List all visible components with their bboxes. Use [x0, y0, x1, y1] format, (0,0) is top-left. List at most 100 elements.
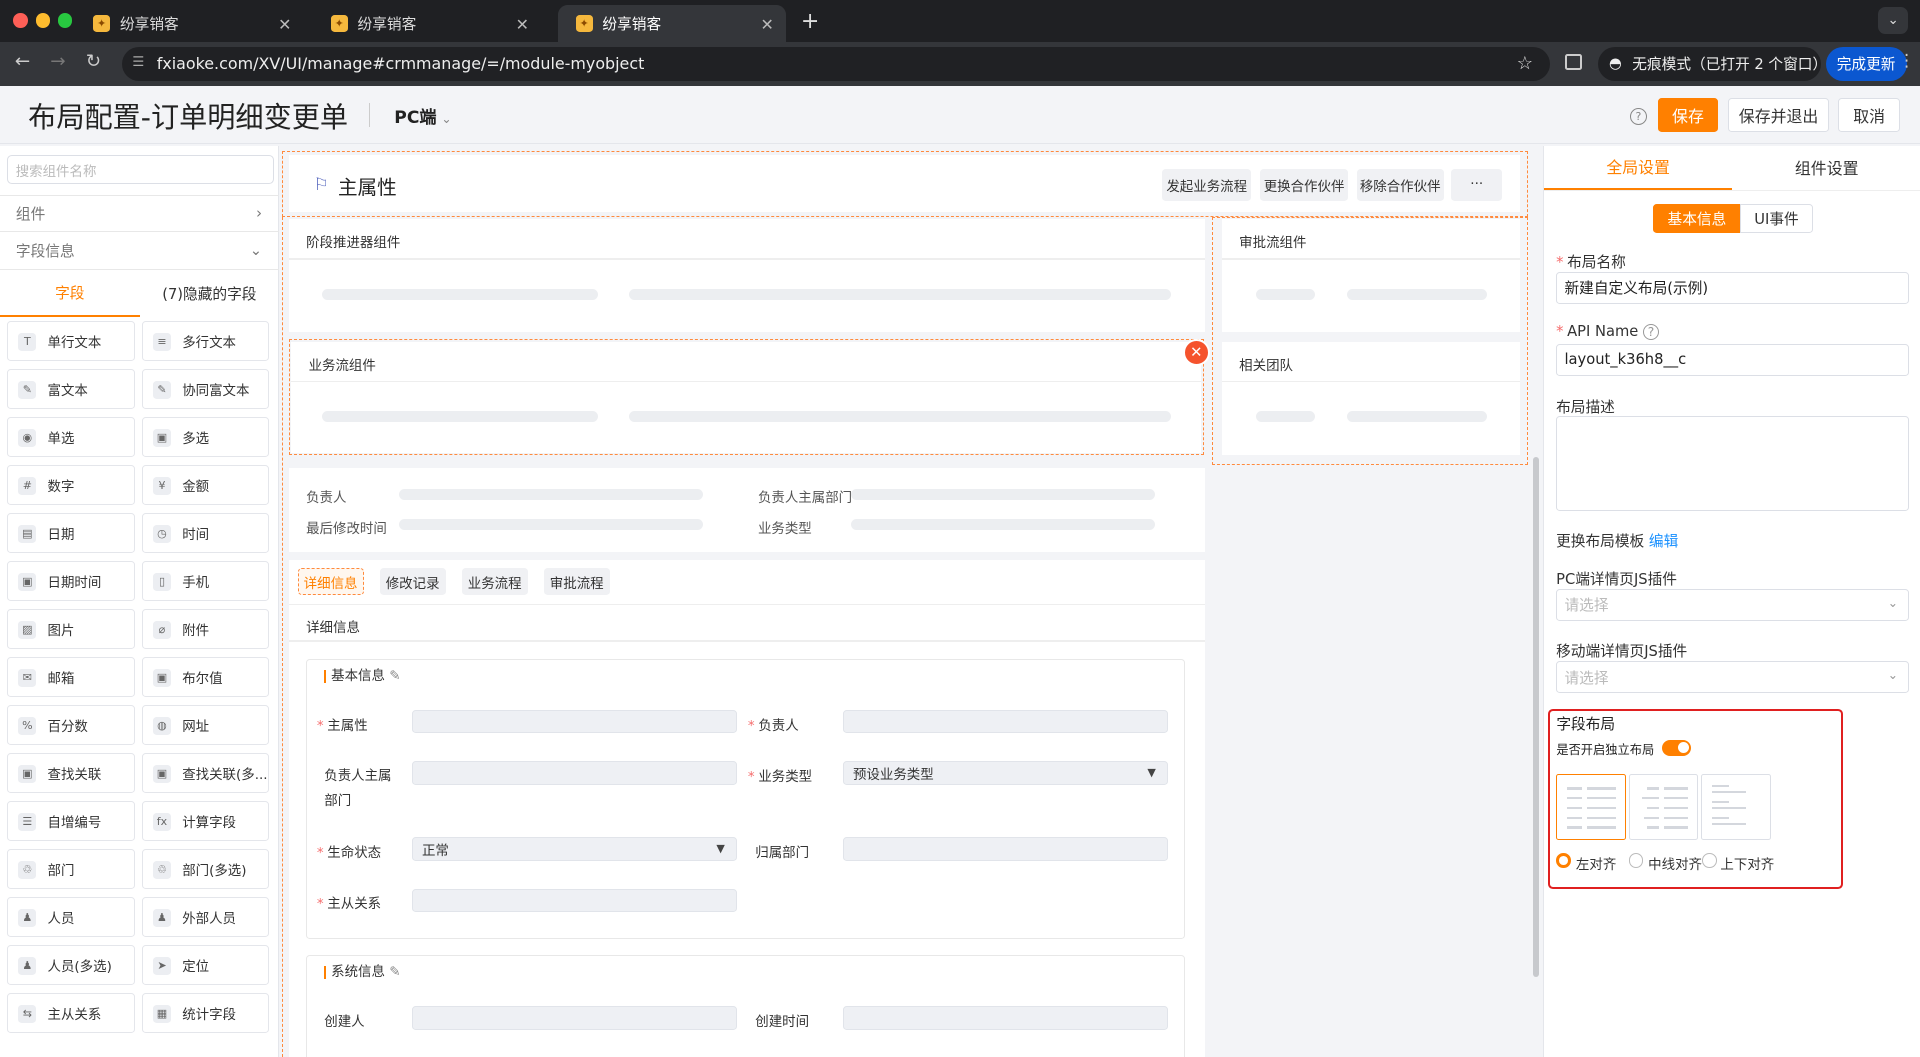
field-type-item[interactable]: ◷ 时间: [142, 512, 270, 554]
independent-layout-toggle[interactable]: [1661, 739, 1692, 756]
save-button[interactable]: 保存: [1657, 97, 1718, 133]
field-type-item[interactable]: ♲ 部门(多选): [142, 848, 270, 890]
component-search-input[interactable]: 搜索组件名称: [7, 155, 275, 184]
browser-tab-2[interactable]: ✦ 纷享销客 ✕: [313, 5, 541, 42]
pc-js-plugin-select[interactable]: 请选择 ⌄: [1556, 588, 1909, 621]
primary-attr-card[interactable]: ⚐ 主属性 发起业务流程 更换合作伙伴 移除合作伙伴 ···: [288, 155, 1520, 212]
close-tab-icon[interactable]: ✕: [516, 15, 529, 34]
field-type-item[interactable]: ♟ 外部人员: [142, 896, 270, 938]
site-info-icon[interactable]: ☰: [132, 55, 149, 72]
seg-basic-info[interactable]: 基本信息: [1652, 204, 1741, 233]
field-type-item[interactable]: ♲ 部门: [7, 848, 135, 890]
browser-menu-icon[interactable]: ⋮: [1898, 51, 1915, 71]
chevron-down-icon: ⌄: [1887, 668, 1898, 683]
browser-tab-1[interactable]: ✦ 纷享销客 ✕: [76, 5, 304, 42]
divider: [1222, 380, 1520, 382]
minimize-window-dot[interactable]: [35, 13, 51, 29]
field-type-item[interactable]: ✎ 富文本: [7, 368, 135, 410]
mobile-js-plugin-select[interactable]: 请选择 ⌄: [1556, 661, 1909, 694]
remove-partner-button[interactable]: 移除合作伙伴: [1356, 168, 1444, 201]
field-type-icon: ♟: [18, 956, 37, 976]
field-type-item[interactable]: ▯ 手机: [142, 560, 270, 602]
field-type-item[interactable]: ⌀ 附件: [142, 608, 270, 650]
forward-icon[interactable]: →: [50, 51, 65, 72]
browser-tab-3[interactable]: ✦ 纷享销客 ✕: [558, 4, 787, 42]
close-tab-icon[interactable]: ✕: [761, 15, 774, 34]
field-type-item[interactable]: ▣ 查找关联: [7, 752, 135, 794]
field-type-item[interactable]: ☰ 自增编号: [7, 800, 135, 842]
help-icon[interactable]: ?: [1643, 324, 1659, 341]
tab-hidden-fields[interactable]: (7)隐藏的字段: [140, 270, 280, 317]
components-section[interactable]: 组件 ›: [0, 194, 280, 232]
new-tab-icon[interactable]: +: [801, 9, 819, 34]
approval-component[interactable]: 审批流组件: [1222, 219, 1520, 332]
start-flow-button[interactable]: 发起业务流程: [1162, 168, 1252, 201]
field-type-icon: ◍: [152, 716, 172, 736]
team-component[interactable]: 相关团队: [1222, 341, 1520, 456]
field-type-item[interactable]: ▤ 日期: [7, 512, 135, 554]
field-type-item[interactable]: ▣ 日期时间: [7, 560, 135, 602]
cancel-button[interactable]: 取消: [1837, 97, 1901, 133]
field-type-item[interactable]: ▣ 布尔值: [142, 656, 270, 698]
address-bar[interactable]: ☰ fxiaoke.com/XV/UI/manage#crmmanage/=/mo…: [122, 46, 1551, 81]
layout-name-input[interactable]: 新建自定义布局(示例): [1556, 271, 1909, 304]
change-partner-button[interactable]: 更换合作伙伴: [1259, 168, 1349, 201]
tab-fields[interactable]: 字段: [0, 270, 140, 317]
tab-global-settings[interactable]: 全局设置: [1543, 146, 1733, 190]
field-type-item[interactable]: ◍ 网址: [142, 704, 270, 746]
field-type-item[interactable]: ▣ 查找关联(多...: [142, 752, 270, 794]
field-type-label: 富文本: [47, 384, 88, 399]
field-type-item[interactable]: ¥ 金额: [142, 464, 270, 506]
chevron-down-icon: ⌄: [249, 242, 263, 260]
field-label: 更换布局模板 编辑: [1556, 530, 1678, 551]
field-type-icon: ▤: [18, 524, 37, 544]
layout-center-align-option[interactable]: [1628, 773, 1699, 840]
field-type-item[interactable]: ➤ 定位: [142, 944, 270, 986]
field-type-item[interactable]: # 数字: [7, 464, 135, 506]
field-type-item[interactable]: ≡ 多行文本: [142, 320, 270, 362]
field-type-item[interactable]: % 百分数: [7, 704, 135, 746]
edit-template-link[interactable]: 编辑: [1649, 533, 1678, 550]
canvas-scrollbar[interactable]: [1533, 456, 1540, 978]
field-type-label: 日期时间: [47, 576, 102, 591]
layout-canvas: ⚐ 主属性 发起业务流程 更换合作伙伴 移除合作伙伴 ··· 阶段推进器组件 审…: [280, 145, 1542, 1057]
back-icon[interactable]: ←: [15, 51, 30, 72]
field-type-item[interactable]: ♟ 人员: [7, 896, 135, 938]
api-name-input[interactable]: layout_k36h8__c: [1556, 344, 1909, 376]
save-exit-button[interactable]: 保存并退出: [1727, 97, 1830, 133]
field-type-label: 外部人员: [182, 912, 237, 927]
field-type-item[interactable]: ✉ 邮箱: [7, 656, 135, 698]
layout-left-align-option[interactable]: [1556, 773, 1627, 840]
field-type-item[interactable]: T 单行文本: [7, 320, 135, 362]
tab-component-settings[interactable]: 组件设置: [1732, 146, 1920, 190]
platform-selector[interactable]: PC端 ⌄: [394, 103, 451, 128]
field-info-section[interactable]: 字段信息 ⌄: [0, 231, 280, 268]
field-type-item[interactable]: ◉ 单选: [7, 416, 135, 458]
reload-icon[interactable]: ↻: [86, 51, 101, 72]
layout-desc-textarea[interactable]: [1556, 416, 1909, 511]
field-type-item[interactable]: ▦ 统计字段: [142, 992, 270, 1034]
update-button[interactable]: 完成更新: [1825, 46, 1907, 81]
close-window-dot[interactable]: [13, 13, 29, 29]
field-type-item[interactable]: ▣ 多选: [142, 416, 270, 458]
bookmark-star-icon[interactable]: ☆: [1517, 53, 1533, 74]
radio-top-bottom-align[interactable]: [1702, 853, 1717, 869]
field-type-item[interactable]: ⇆ 主从关系: [7, 992, 135, 1034]
field-type-item[interactable]: ♟ 人员(多选): [7, 944, 135, 986]
field-type-item[interactable]: ✎ 协同富文本: [142, 368, 270, 410]
section-label: 字段信息: [15, 242, 75, 260]
layout-line: [1711, 822, 1746, 826]
field-type-item[interactable]: fx 计算字段: [142, 800, 270, 842]
field-label: 布局描述: [1556, 398, 1615, 416]
help-icon[interactable]: ?: [1629, 107, 1647, 125]
tab-search-icon[interactable]: ⌄: [1878, 7, 1908, 35]
seg-ui-events[interactable]: UI事件: [1739, 204, 1814, 233]
zoom-window-dot[interactable]: [57, 13, 73, 29]
incognito-indicator[interactable]: ◓ 无痕模式（已打开 2 个窗口）: [1597, 46, 1827, 81]
field-type-label: 网址: [182, 720, 210, 735]
close-tab-icon[interactable]: ✕: [278, 15, 291, 34]
side-panel-icon[interactable]: [1564, 53, 1583, 70]
layout-top-bottom-option[interactable]: [1700, 773, 1771, 840]
more-actions-button[interactable]: ···: [1451, 168, 1503, 201]
field-type-item[interactable]: ▨ 图片: [7, 608, 135, 650]
